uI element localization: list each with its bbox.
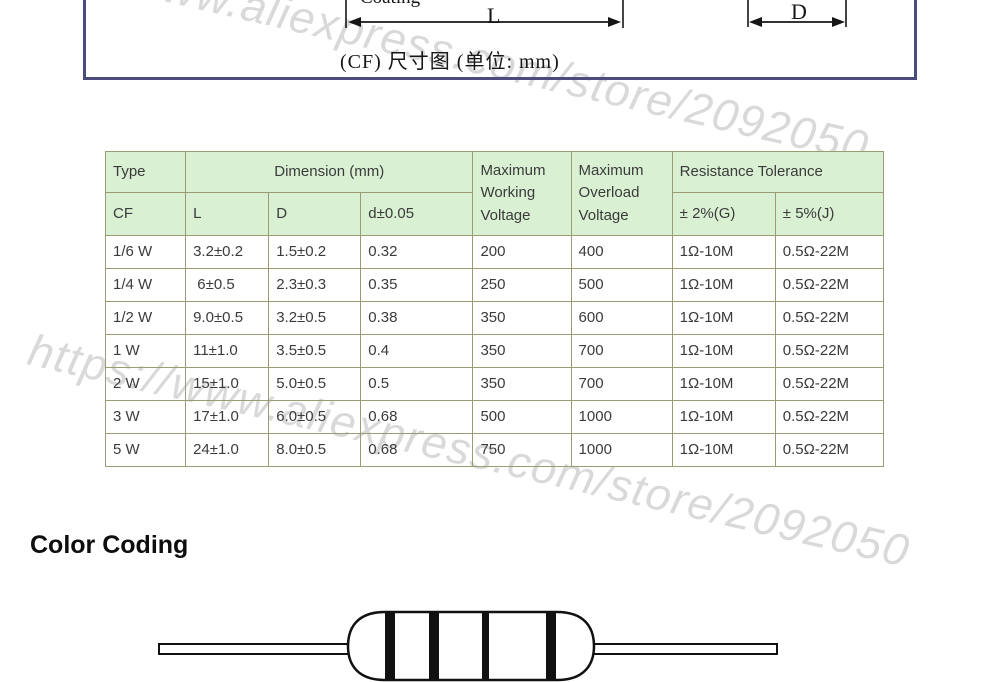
col-header-tol-5pct: ± 5%(J) [775,193,883,236]
table-cell: 3 W [106,401,186,434]
resistor-left-lead [159,644,349,654]
table-cell: 1Ω-10M [672,401,775,434]
table-cell: 2.3±0.3 [269,269,361,302]
table-cell: 3.2±0.2 [186,236,269,269]
table-cell: 11±1.0 [186,335,269,368]
table-cell: 1Ω-10M [672,335,775,368]
table-cell: 350 [473,368,571,401]
table-cell: 0.32 [361,236,473,269]
diameter-dimension-label: D [791,0,807,25]
table-cell: 5.0±0.5 [269,368,361,401]
table-cell: 1Ω-10M [672,368,775,401]
col-header-tol-2pct: ± 2%(G) [672,193,775,236]
table-cell: 200 [473,236,571,269]
table-cell: 0.5Ω-22M [775,401,883,434]
col-header-resistance-tolerance: Resistance Tolerance [672,152,883,193]
spec-table-body: 1/6 W3.2±0.21.5±0.20.322004001Ω-10M0.5Ω-… [106,236,884,467]
table-cell: 9.0±0.5 [186,302,269,335]
resistor-band-4 [546,610,556,682]
resistor-band-1 [385,610,395,682]
table-cell: 17±1.0 [186,401,269,434]
table-cell: 0.38 [361,302,473,335]
table-cell: 0.68 [361,434,473,467]
table-row: 1/6 W3.2±0.21.5±0.20.322004001Ω-10M0.5Ω-… [106,236,884,269]
table-cell: 1000 [571,434,672,467]
table-cell: 6.0±0.5 [269,401,361,434]
table-cell: 1Ω-10M [672,302,775,335]
table-cell: 350 [473,335,571,368]
section-heading-color-coding: Color Coding [30,531,188,560]
col-header-max-overload-voltage: Maximum Overload Voltage [571,152,672,236]
table-cell: 3.2±0.5 [269,302,361,335]
table-cell: 1/4 W [106,269,186,302]
diagram-caption: (CF) 尺寸图 (单位: mm) [340,45,560,74]
resistor-body [348,612,594,680]
table-cell: 6±0.5 [186,269,269,302]
table-cell: 24±1.0 [186,434,269,467]
table-cell: 0.4 [361,335,473,368]
table-cell: 0.5Ω-22M [775,236,883,269]
table-row: 3 W17±1.06.0±0.50.6850010001Ω-10M0.5Ω-22… [106,401,884,434]
col-header-dimension: Dimension (mm) [186,152,473,193]
col-header-cf: CF [106,193,186,236]
table-cell: 750 [473,434,571,467]
col-header-l: L [186,193,269,236]
table-cell: 1Ω-10M [672,236,775,269]
col-header-d-small: d±0.05 [361,193,473,236]
table-cell: 350 [473,302,571,335]
table-cell: 3.5±0.5 [269,335,361,368]
table-cell: 0.5Ω-22M [775,269,883,302]
table-cell: 600 [571,302,672,335]
table-row: 2 W15±1.05.0±0.50.53507001Ω-10M0.5Ω-22M [106,368,884,401]
table-cell: 8.0±0.5 [269,434,361,467]
table-cell: 0.68 [361,401,473,434]
table-cell: 1Ω-10M [672,269,775,302]
table-cell: 0.5Ω-22M [775,368,883,401]
table-cell: 0.5Ω-22M [775,302,883,335]
table-row: 1/2 W9.0±0.53.2±0.50.383506001Ω-10M0.5Ω-… [106,302,884,335]
col-header-max-working-voltage: Maximum Working Voltage [473,152,571,236]
table-cell: 1/2 W [106,302,186,335]
resistor-right-lead [592,644,777,654]
header-row-1: Type Dimension (mm) Maximum Working Volt… [106,152,884,193]
table-cell: 0.35 [361,269,473,302]
table-cell: 1/6 W [106,236,186,269]
resistor-band-2 [429,610,439,682]
table-cell: 500 [571,269,672,302]
length-dimension-label: L [487,3,500,29]
table-cell: 400 [571,236,672,269]
page: https://www.aliexpress.com/store/2092050… [0,0,990,682]
table-cell: 2 W [106,368,186,401]
table-cell: 1 W [106,335,186,368]
table-cell: 700 [571,368,672,401]
resistor-band-3 [482,610,489,682]
spec-table: Type Dimension (mm) Maximum Working Volt… [105,151,884,467]
table-row: 1/4 W 6±0.52.3±0.30.352505001Ω-10M0.5Ω-2… [106,269,884,302]
table-row: 1 W11±1.03.5±0.50.43507001Ω-10M0.5Ω-22M [106,335,884,368]
table-cell: 0.5 [361,368,473,401]
col-header-d: D [269,193,361,236]
table-row: 5 W24±1.08.0±0.50.6875010001Ω-10M0.5Ω-22… [106,434,884,467]
table-cell: 5 W [106,434,186,467]
table-cell: 15±1.0 [186,368,269,401]
table-cell: 700 [571,335,672,368]
coating-label: Coating [360,0,420,9]
table-cell: 250 [473,269,571,302]
col-header-type: Type [106,152,186,193]
table-cell: 0.5Ω-22M [775,434,883,467]
resistor-color-bands [385,610,556,682]
table-cell: 500 [473,401,571,434]
table-cell: 1000 [571,401,672,434]
table-cell: 1.5±0.2 [269,236,361,269]
table-cell: 1Ω-10M [672,434,775,467]
table-cell: 0.5Ω-22M [775,335,883,368]
